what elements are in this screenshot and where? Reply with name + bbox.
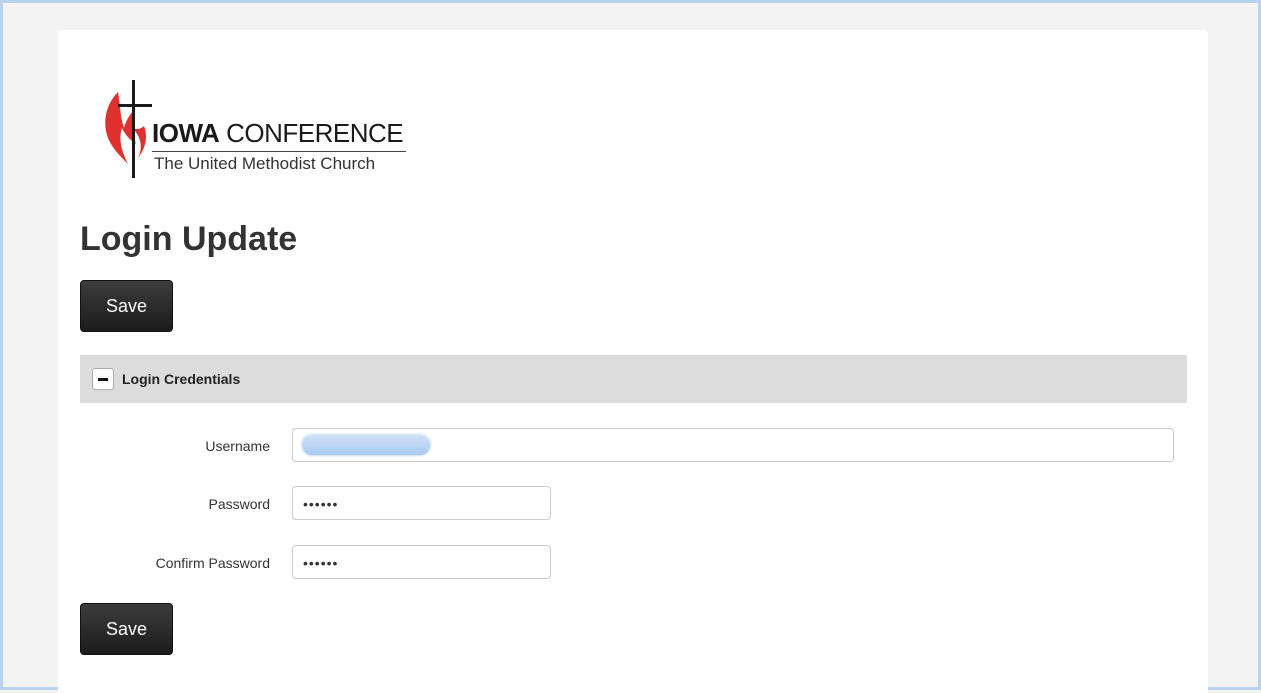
confirm-password-input[interactable] (292, 545, 551, 579)
username-row: Username (58, 428, 1208, 464)
confirm-password-label: Confirm Password (155, 555, 270, 571)
minus-bar (98, 377, 108, 381)
login-credentials-section-header[interactable]: Login Credentials (80, 355, 1187, 403)
cross-and-flame-icon (105, 80, 152, 178)
minus-icon[interactable] (92, 368, 114, 390)
logo-subtitle: The United Methodist Church (154, 154, 376, 173)
logo-title: IOWA CONFERENCE (152, 118, 404, 148)
username-label: Username (205, 438, 270, 454)
section-title: Login Credentials (122, 371, 241, 387)
save-button-bottom[interactable]: Save (80, 603, 173, 655)
confirm-password-row: Confirm Password •••••• (58, 545, 1208, 581)
password-input[interactable] (292, 486, 551, 520)
username-input[interactable] (292, 428, 1174, 462)
password-row: Password •••••• (58, 486, 1208, 522)
logo-divider (152, 151, 406, 152)
iowa-conference-logo: IOWA CONFERENCE The United Methodist Chu… (100, 74, 420, 184)
login-update-card: IOWA CONFERENCE The United Methodist Chu… (58, 30, 1208, 693)
password-label: Password (208, 496, 270, 512)
page-title: Login Update (80, 220, 298, 258)
save-button-top[interactable]: Save (80, 280, 173, 332)
